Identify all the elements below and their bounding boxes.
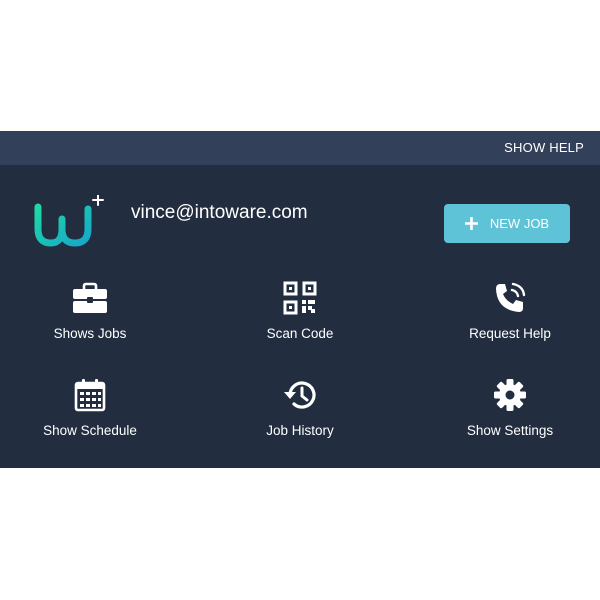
tile-label: Job History xyxy=(266,423,334,438)
tile-label: Shows Jobs xyxy=(53,326,127,341)
history-icon xyxy=(280,375,320,415)
home-panel: SHOW HELP vince@intoware.com NEW JOB Sho… xyxy=(0,131,600,468)
top-bar: SHOW HELP xyxy=(0,131,600,165)
briefcase-icon xyxy=(70,278,110,318)
tile-label: Scan Code xyxy=(266,326,334,341)
tile-request-help[interactable]: Request Help xyxy=(420,278,600,356)
app-logo xyxy=(32,194,112,255)
user-email: vince@intoware.com xyxy=(131,202,308,223)
qr-code-icon xyxy=(280,278,320,318)
tile-label: Show Schedule xyxy=(43,423,137,438)
new-job-label: NEW JOB xyxy=(489,216,550,231)
phone-ringing-icon xyxy=(490,278,530,318)
plus-icon xyxy=(464,217,478,230)
tile-shows-jobs[interactable]: Shows Jobs xyxy=(0,278,180,356)
tile-label: Show Settings xyxy=(466,423,554,438)
calendar-icon xyxy=(70,375,110,415)
tile-scan-code[interactable]: Scan Code xyxy=(210,278,390,356)
show-help-button[interactable]: SHOW HELP xyxy=(504,140,584,155)
tile-show-schedule[interactable]: Show Schedule xyxy=(0,375,180,453)
tile-job-history[interactable]: Job History xyxy=(210,375,390,453)
new-job-button[interactable]: NEW JOB xyxy=(444,204,570,243)
tile-label: Request Help xyxy=(469,326,551,341)
gear-icon xyxy=(490,375,530,415)
tile-show-settings[interactable]: Show Settings xyxy=(420,375,600,453)
